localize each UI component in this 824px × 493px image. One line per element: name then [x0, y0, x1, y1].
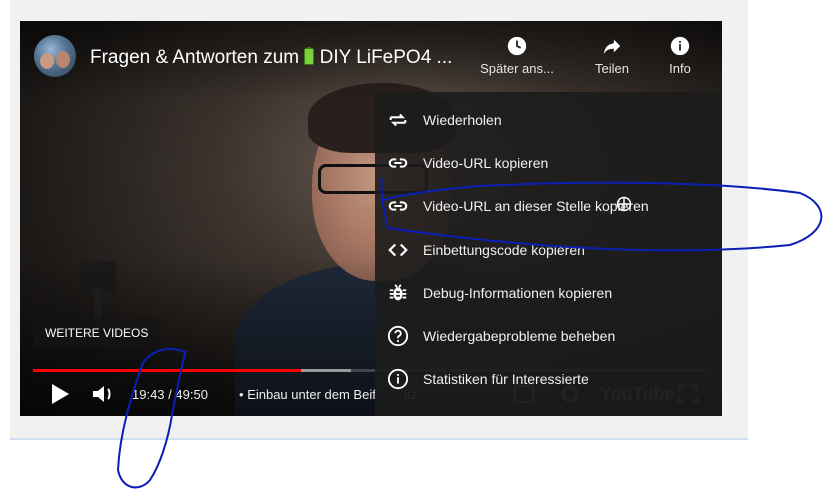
battery-green-icon [304, 47, 315, 65]
menu-item-label: Wiedergabeprobleme beheben [423, 328, 616, 344]
info-button[interactable]: Info [660, 35, 700, 76]
share-icon [603, 39, 621, 55]
play-icon[interactable] [50, 383, 70, 405]
menu-item-troubleshoot[interactable]: Wiedergabeprobleme beheben [375, 315, 722, 358]
context-menu[interactable]: Wiederholen Video-URL kopieren Video-URL… [375, 92, 722, 416]
avatar-face-left [40, 53, 54, 69]
menu-item-label: Debug-Informationen kopieren [423, 285, 613, 301]
info-label: Info [669, 61, 691, 76]
video-title[interactable]: Fragen & Antworten zum DIY LiFePO4 ... [90, 47, 470, 69]
loop-icon [389, 113, 407, 127]
video-title-suffix: DIY LiFePO4 ... [319, 47, 453, 68]
time-separator: / [168, 387, 172, 402]
clock-icon [507, 36, 527, 56]
chapter-separator: • [239, 387, 244, 402]
time-display: 19:43 / 49:50 [132, 387, 208, 402]
menu-item-label: Wiederholen [423, 112, 502, 128]
link-icon [388, 158, 408, 168]
menu-item-label: Statistiken für Interessierte [423, 371, 589, 387]
help-icon [387, 325, 409, 347]
menu-item-embed-code[interactable]: Einbettungscode kopieren [375, 229, 722, 272]
progress-played [33, 369, 301, 372]
video-player[interactable]: Fragen & Antworten zum DIY LiFePO4 ... S… [20, 21, 722, 416]
watch-later-label: Später ans... [480, 61, 554, 76]
channel-avatar[interactable] [34, 35, 76, 77]
info-icon [670, 36, 690, 56]
watch-later-button[interactable]: Später ans... [472, 35, 562, 76]
more-videos-button[interactable]: WEITERE VIDEOS [33, 319, 161, 347]
video-title-prefix: Fragen & Antworten zum [90, 47, 300, 68]
share-label: Teilen [595, 61, 629, 76]
volume-icon[interactable] [92, 383, 118, 405]
avatar-face-right [56, 51, 70, 68]
menu-item-loop[interactable]: Wiederholen [375, 99, 722, 142]
menu-item-debug-info[interactable]: Debug-Informationen kopieren [375, 272, 722, 315]
time-total: 49:50 [175, 387, 208, 402]
share-button[interactable]: Teilen [586, 35, 638, 76]
info-icon [387, 368, 409, 390]
code-icon [388, 243, 408, 257]
card-divider [10, 438, 748, 440]
bug-icon [389, 284, 407, 301]
menu-item-label: Video-URL an dieser Stelle kopieren [423, 198, 649, 214]
menu-item-label: Video-URL kopieren [423, 155, 549, 171]
menu-item-copy-url[interactable]: Video-URL kopieren [375, 142, 722, 185]
chapter-info[interactable]: • Einbau unter dem Beif [239, 387, 376, 402]
menu-item-stats-for-nerds[interactable]: Statistiken für Interessierte [375, 358, 722, 401]
link-icon [388, 201, 408, 211]
chapter-title: Einbau unter dem Beif [247, 387, 376, 402]
time-current: 19:43 [132, 387, 165, 402]
menu-item-label: Einbettungscode kopieren [423, 242, 585, 258]
menu-item-copy-url-time[interactable]: Video-URL an dieser Stelle kopieren [375, 185, 722, 228]
move-cursor-icon [616, 196, 632, 212]
